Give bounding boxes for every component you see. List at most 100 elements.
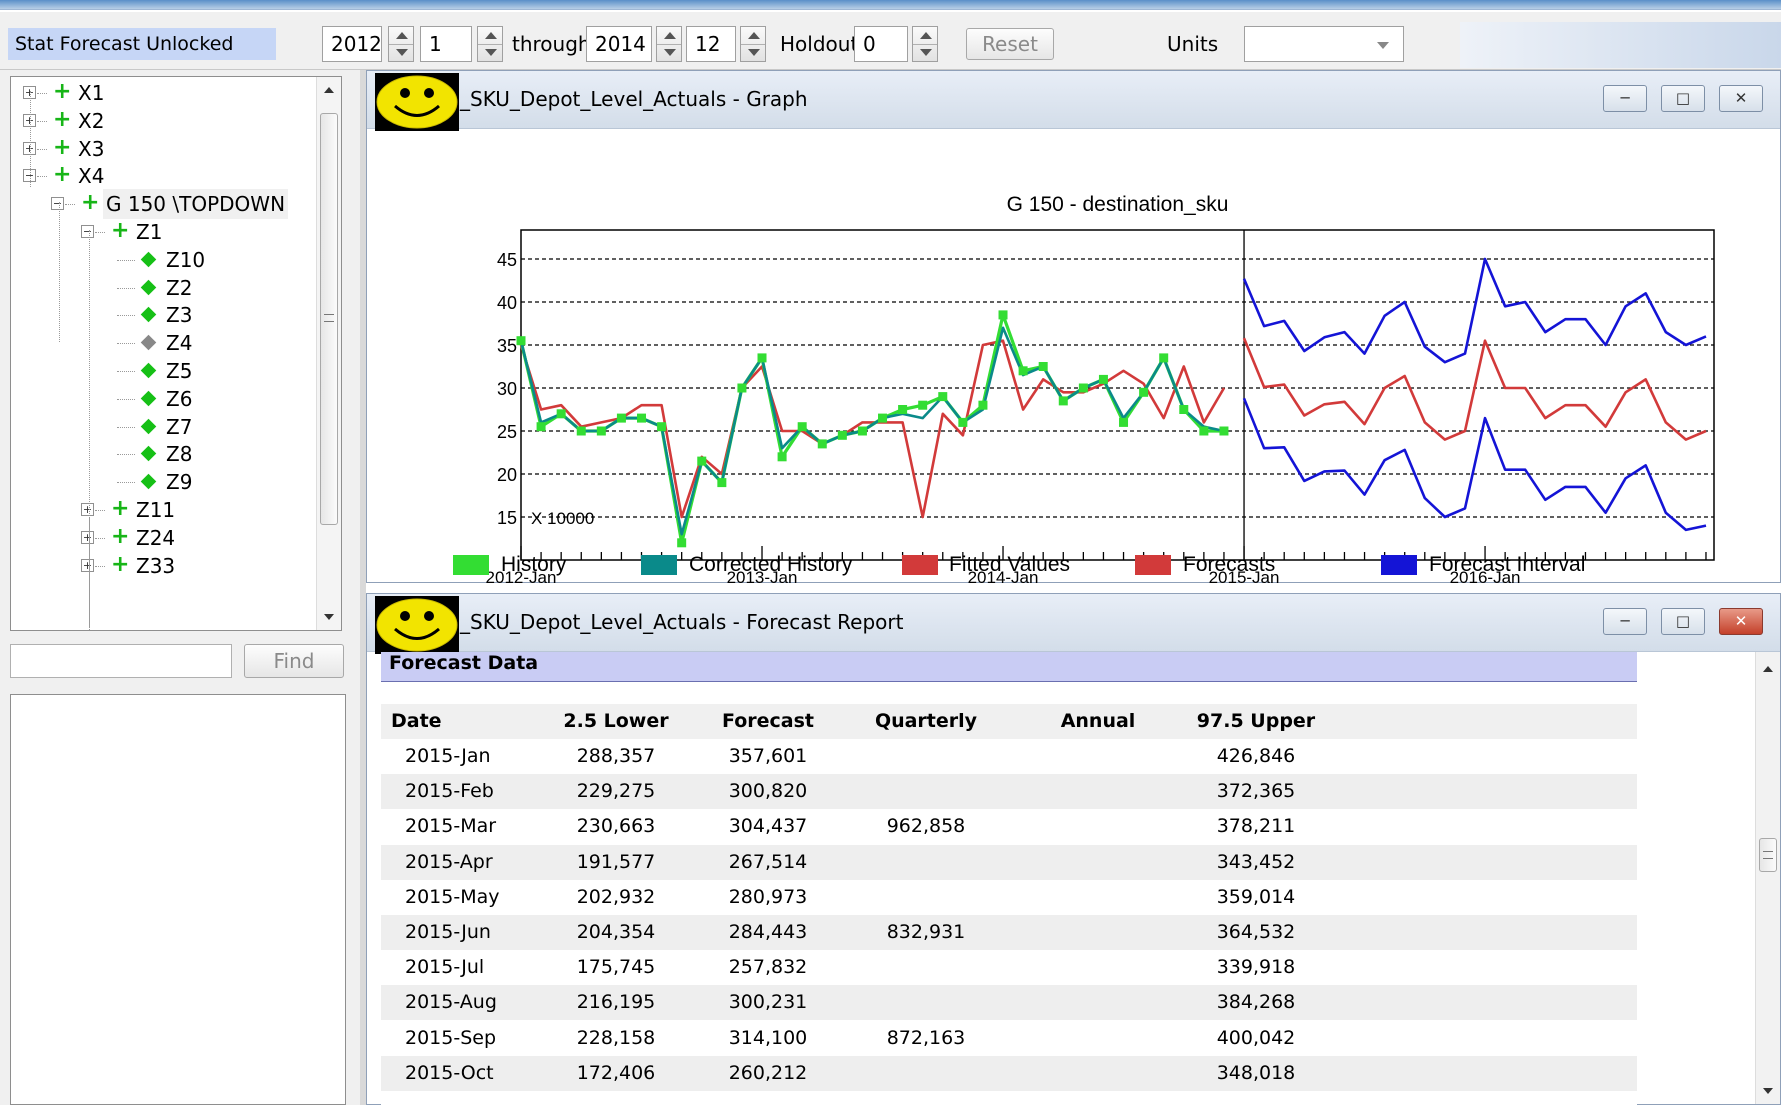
minimize-button[interactable]: ─ [1603,85,1647,112]
table-cell: 216,195 [576,991,656,1014]
start-year-field[interactable]: 2012 [322,26,382,62]
close-button[interactable]: ✕ [1719,608,1763,635]
table-cell: 359,014 [1216,885,1296,908]
holdout-field[interactable]: 0 [854,26,908,62]
tree-item[interactable]: + + X2 [11,106,311,136]
tree-item[interactable]: + + Z24 [11,523,311,553]
tree-item[interactable]: Z10 [11,245,311,275]
y-tick-label: 45 [497,250,517,270]
graph-window-titlebar[interactable]: _SKU_Depot_Level_Actuals - Graph ─ □ ✕ [367,71,1780,131]
green-plus-icon: + [53,162,72,188]
detail-panel [10,694,346,1105]
table-cell: 300,820 [728,780,808,803]
history-point [717,478,727,488]
expand-icon[interactable]: + [81,558,94,572]
tree-scrollbar[interactable] [316,77,341,630]
tree-item[interactable]: Z6 [11,384,311,414]
tree-item[interactable]: + + X1 [11,78,311,108]
tree-item[interactable]: Z5 [11,356,311,386]
y-tick-label: 20 [497,465,517,485]
report-section-header: Forecast Data [381,652,1637,682]
scroll-up-arrow-icon[interactable] [324,87,334,93]
tree-item-label: G 150 \TOPDOWN [103,189,289,220]
tree-item[interactable]: − + G 150 \TOPDOWN [11,189,311,220]
tree-item-label: X1 [78,81,105,105]
green-plus-icon: + [111,523,130,549]
scroll-up-arrow-icon[interactable] [1763,666,1773,672]
tree-item[interactable]: Z7 [11,412,311,442]
legend-swatch [453,555,489,575]
maximize-button[interactable]: □ [1661,608,1705,635]
tree-item[interactable]: + + Z11 [11,495,311,525]
minimize-button[interactable]: ─ [1603,608,1647,635]
end-month-spinner[interactable] [740,26,766,62]
table-row[interactable]: 2015-Jul 175,745 257,832 339,918 [381,950,1637,986]
tree-item[interactable]: + + Z33 [11,551,311,581]
tree-item[interactable]: − + Z1 [11,217,311,247]
tree-item[interactable]: Z3 [11,300,311,330]
table-cell: 426,846 [1216,745,1296,767]
green-diamond-icon [140,418,157,434]
history-point [637,413,647,423]
scroll-down-arrow-icon[interactable] [1763,1088,1773,1094]
reset-button[interactable]: Reset [966,28,1054,60]
graph-window: _SKU_Depot_Level_Actuals - Graph ─ □ ✕ G… [366,70,1781,583]
table-cell: 280,973 [728,885,808,908]
table-row[interactable]: 2015-Apr 191,577 267,514 343,452 [381,844,1637,880]
start-year-spinner[interactable] [388,26,414,62]
legend-label: Corrected History [689,553,853,576]
tree-connector [95,565,105,567]
start-month-field[interactable]: 1 [420,26,472,62]
tree-item[interactable]: Z8 [11,439,311,469]
units-label: Units [1167,32,1219,56]
collapse-icon[interactable]: − [51,197,64,211]
tree-connector [117,454,135,456]
table-row[interactable]: 2015-Feb 229,275 300,820 372,365 [381,774,1637,810]
tree-item[interactable]: Z2 [11,273,311,303]
green-diamond-icon [140,307,157,323]
table-row[interactable]: 2015-Jun 204,354 284,443 832,931 364,532 [381,915,1637,950]
tree-item[interactable]: − + X4 [11,161,311,191]
table-row[interactable]: 2015-Oct 172,406 260,212 348,018 [381,1055,1637,1091]
legend-swatch [1135,555,1171,575]
holdout-spinner[interactable] [912,26,938,62]
tree-connector [117,426,135,428]
table-cell: 2015-Aug [405,991,497,1014]
holdout-label: Holdout [780,32,859,56]
tree-item[interactable]: Z9 [11,467,311,497]
column-header: Quarterly [874,710,978,732]
start-month-spinner[interactable] [477,26,503,62]
report-scrollbar[interactable] [1755,652,1780,1104]
end-year-spinner[interactable] [656,26,682,62]
table-cell: 832,931 [886,921,966,943]
tree-item[interactable]: + + X3 [11,134,311,164]
expand-icon[interactable]: + [81,530,94,544]
tree-item-label: X2 [78,108,105,133]
table-row[interactable]: 2015-Jan 288,357 357,601 426,846 [381,739,1637,774]
green-plus-icon: + [111,496,130,521]
scroll-down-arrow-icon[interactable] [324,614,334,620]
expand-icon[interactable]: + [81,503,94,516]
tree-item-label: Z2 [166,275,193,300]
table-row[interactable]: 2015-May 202,932 280,973 359,014 [381,879,1637,915]
table-cell: 284,443 [728,921,808,943]
collapse-icon[interactable]: − [81,225,94,238]
history-point [918,400,928,410]
table-row[interactable]: 2015-Sep 228,158 314,100 872,163 400,042 [381,1020,1637,1056]
tree-item[interactable]: Z4 [11,328,311,358]
green-plus-icon: + [53,79,72,104]
find-input[interactable] [10,644,232,678]
smiley-logo-icon [375,73,459,131]
hierarchy-tree[interactable]: + + X1 + + X2 + + X3− + X4− + G 150 \TOPDOWN − + Z1 Z10 Z… [10,76,342,631]
end-year-field[interactable]: 2014 [586,26,652,62]
tree-item-label: Z5 [166,359,193,383]
close-button[interactable]: ✕ [1719,85,1763,112]
table-row[interactable]: 2015-Aug 216,195 300,231 384,268 [381,985,1637,1021]
maximize-button[interactable]: □ [1661,85,1705,112]
end-month-field[interactable]: 12 [686,26,736,62]
history-point [596,426,606,436]
units-select[interactable] [1244,26,1404,62]
table-row[interactable]: 2015-Mar 230,663 304,437 962,858 378,211 [381,809,1637,845]
report-window-titlebar[interactable]: _SKU_Depot_Level_Actuals - Forecast Repo… [367,594,1780,654]
find-button[interactable]: Find [244,644,344,678]
